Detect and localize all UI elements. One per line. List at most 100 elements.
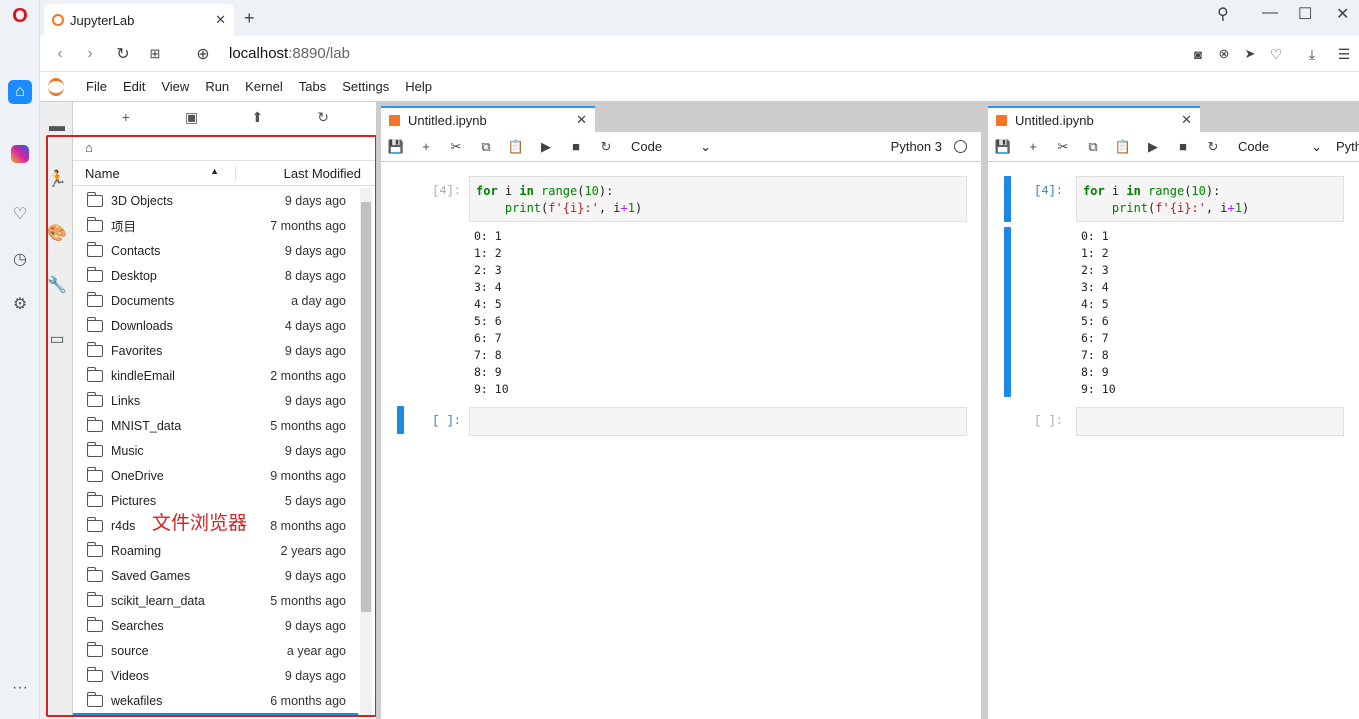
column-name-header[interactable]: Name ▲ xyxy=(73,165,236,181)
menu-kernel[interactable]: Kernel xyxy=(237,79,291,94)
notebook-tab-left[interactable]: Untitled.ipynb ✕ xyxy=(381,106,595,132)
opera-logo-icon[interactable]: O xyxy=(8,4,32,28)
close-window-icon[interactable]: ✕ xyxy=(1336,4,1349,24)
bookmark-heart-icon[interactable]: ♡ xyxy=(1266,44,1286,64)
save-icon[interactable]: 💾 xyxy=(381,139,411,155)
home-icon[interactable]: ⌂ xyxy=(8,80,32,104)
browser-tab[interactable]: JupyterLab ✕ xyxy=(44,4,234,36)
file-list-item[interactable]: Contacts 9 days ago xyxy=(73,238,358,263)
more-icon[interactable]: ··· xyxy=(8,676,32,700)
minimize-icon[interactable]: — xyxy=(1262,4,1278,22)
url-field[interactable]: localhost:8890/lab xyxy=(229,45,350,62)
running-icon[interactable]: 🏃 xyxy=(46,168,68,190)
download-icon[interactable]: ⤓ xyxy=(1302,44,1322,64)
file-list-item[interactable]: Favorites 9 days ago xyxy=(73,338,358,363)
file-list-item[interactable]: Links 9 days ago xyxy=(73,388,358,413)
save-icon[interactable]: 💾 xyxy=(988,139,1018,155)
maximize-icon[interactable]: ☐ xyxy=(1298,4,1312,24)
paste-icon[interactable]: 📋 xyxy=(1108,139,1138,155)
tab-bar-bg xyxy=(595,106,981,132)
cell-type-select[interactable]: Code ⌄ xyxy=(631,139,711,155)
copy-icon[interactable]: ⧉ xyxy=(471,139,501,155)
folder-icon[interactable]: ▬ xyxy=(46,116,68,138)
empty-code-cell[interactable] xyxy=(469,407,967,436)
notebook-tab-right[interactable]: Untitled.ipynb ✕ xyxy=(988,106,1200,132)
code-cell-input[interactable]: for i in range(10): print(f'{i}:', i+1) xyxy=(1076,176,1344,222)
new-folder-icon[interactable]: ▣ xyxy=(180,105,204,129)
tabs-grid-icon[interactable]: ⊞ xyxy=(145,44,165,64)
file-list-item[interactable]: Videos 9 days ago xyxy=(73,663,358,688)
split-handle[interactable] xyxy=(981,106,988,719)
tabs-icon[interactable]: ▭ xyxy=(46,328,68,350)
adblock-icon[interactable]: ⊗ xyxy=(1214,44,1234,64)
run-icon[interactable]: ▶ xyxy=(1138,139,1168,155)
send-icon[interactable]: ➤ xyxy=(1240,44,1260,64)
restart-icon[interactable]: ↻ xyxy=(591,139,621,155)
kernel-name[interactable]: Python 3 xyxy=(891,139,942,154)
scrollbar-thumb[interactable] xyxy=(361,202,371,612)
stop-icon[interactable]: ■ xyxy=(561,139,591,154)
menu-tabs[interactable]: Tabs xyxy=(291,79,334,94)
wrench-icon[interactable]: 🔧 xyxy=(46,274,68,296)
file-modified: 5 months ago xyxy=(270,593,346,608)
menu-file[interactable]: File xyxy=(78,79,115,94)
column-modified-header[interactable]: Last Modified xyxy=(236,166,376,181)
file-list-item[interactable]: 3D Objects 9 days ago xyxy=(73,188,358,213)
code-cell-input[interactable]: for i in range(10): print(f'{i}:', i+1) xyxy=(469,176,967,222)
tab-close-icon[interactable]: ✕ xyxy=(576,112,587,128)
heart-icon[interactable]: ♡ xyxy=(8,202,32,226)
settings-icon[interactable]: ⚙ xyxy=(8,292,32,316)
history-icon[interactable]: ◷ xyxy=(8,247,32,271)
insert-cell-icon[interactable]: + xyxy=(411,139,441,154)
menu-help[interactable]: Help xyxy=(397,79,440,94)
easy-setup-icon[interactable]: ☰ xyxy=(1334,44,1354,64)
file-name: Documents xyxy=(111,293,175,308)
home-folder-icon[interactable]: ⌂ xyxy=(85,140,93,155)
file-list-item[interactable]: MNIST_data 5 months ago xyxy=(73,413,358,438)
menu-edit[interactable]: Edit xyxy=(115,79,153,94)
tab-close-icon[interactable]: ✕ xyxy=(1181,112,1192,128)
paste-icon[interactable]: 📋 xyxy=(501,139,531,155)
camera-icon[interactable]: ◙ xyxy=(1188,44,1208,64)
restart-icon[interactable]: ↻ xyxy=(1198,139,1228,155)
file-list-item[interactable]: kindleEmail 2 months ago xyxy=(73,363,358,388)
file-list-item[interactable]: Desktop 8 days ago xyxy=(73,263,358,288)
file-list-item[interactable]: Music 9 days ago xyxy=(73,438,358,463)
reload-icon[interactable]: ↻ xyxy=(113,44,133,64)
new-tab-icon[interactable]: + xyxy=(244,8,255,29)
empty-code-cell[interactable] xyxy=(1076,407,1344,436)
file-list-item[interactable]: scikit_learn_data 5 months ago xyxy=(73,588,358,613)
site-info-icon[interactable]: ⊕ xyxy=(193,44,213,64)
file-list-item[interactable]: 项目 7 months ago xyxy=(73,213,358,238)
instagram-icon[interactable] xyxy=(8,142,32,166)
tab-close-icon[interactable]: ✕ xyxy=(215,12,226,28)
cell-type-select[interactable]: Code ⌄ xyxy=(1238,139,1322,155)
back-icon[interactable]: ‹ xyxy=(50,44,70,64)
copy-icon[interactable]: ⧉ xyxy=(1078,139,1108,155)
column-name-label: Name xyxy=(85,165,120,181)
stop-icon[interactable]: ■ xyxy=(1168,139,1198,154)
cut-icon[interactable]: ✂ xyxy=(441,139,471,155)
file-list-item[interactable]: OneDrive 9 months ago xyxy=(73,463,358,488)
menu-settings[interactable]: Settings xyxy=(334,79,397,94)
run-icon[interactable]: ▶ xyxy=(531,139,561,155)
file-list-item[interactable]: source a year ago xyxy=(73,638,358,663)
refresh-icon[interactable]: ↻ xyxy=(311,105,335,129)
cut-icon[interactable]: ✂ xyxy=(1048,139,1078,155)
file-list-item[interactable]: Documents a day ago xyxy=(73,288,358,313)
forward-icon[interactable]: › xyxy=(80,44,100,64)
file-list-item[interactable]: Saved Games 9 days ago xyxy=(73,563,358,588)
folder-icon xyxy=(86,466,103,482)
menu-view[interactable]: View xyxy=(153,79,197,94)
new-launcher-icon[interactable]: + xyxy=(114,105,138,129)
search-icon[interactable]: ⚲ xyxy=(1217,4,1229,24)
file-list-item[interactable]: Downloads 4 days ago xyxy=(73,313,358,338)
file-list-item[interactable]: Searches 9 days ago xyxy=(73,613,358,638)
file-list-item[interactable]: wekafiles 6 months ago xyxy=(73,688,358,713)
insert-cell-icon[interactable]: + xyxy=(1018,139,1048,154)
palette-icon[interactable]: 🎨 xyxy=(46,222,68,244)
upload-icon[interactable]: ⬆ xyxy=(245,105,269,129)
file-list-item[interactable]: Roaming 2 years ago xyxy=(73,538,358,563)
kernel-name[interactable]: Pytho xyxy=(1336,139,1359,154)
menu-run[interactable]: Run xyxy=(197,79,237,94)
